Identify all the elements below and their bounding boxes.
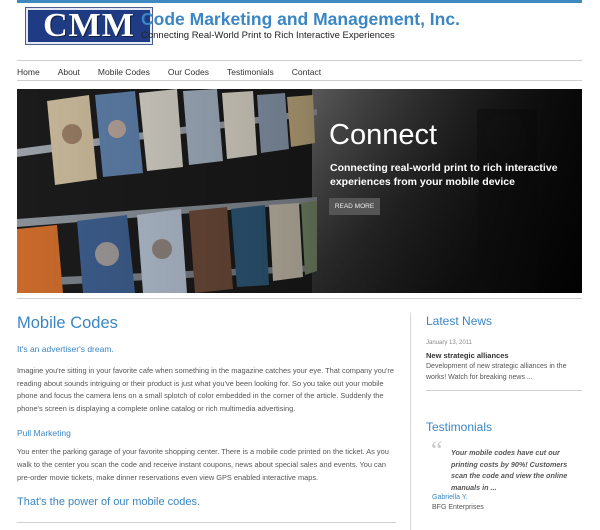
top-accent-line — [17, 0, 582, 3]
read-more-button[interactable]: READ MORE — [329, 198, 380, 215]
nav-contact[interactable]: Contact — [292, 64, 321, 80]
news-excerpt: Development of new strategic alliances i… — [426, 363, 567, 381]
testimonials-heading-wrap: Testimonials — [426, 420, 582, 434]
dvd-rack-photo — [17, 89, 582, 293]
main-bottom-divider — [17, 522, 396, 523]
nav-testimonials[interactable]: Testimonials — [227, 64, 274, 80]
page-heading: Mobile Codes — [17, 314, 118, 332]
pull-marketing-paragraph: You enter the parking garage of your fav… — [17, 447, 389, 482]
logo-text: CMM — [43, 7, 135, 44]
slide-subtitle: Connecting real-world print to rich inte… — [330, 162, 558, 188]
nav-mobile-codes[interactable]: Mobile Codes — [98, 64, 150, 80]
nav-home[interactable]: Home — [17, 64, 40, 80]
intro-paragraph: Imagine you're sitting in your favorite … — [17, 366, 394, 413]
news-heading: Latest News — [426, 314, 493, 328]
main-content: Mobile Codes It's an advertiser's dream.… — [17, 313, 397, 508]
news-title-link[interactable]: New strategic alliances — [426, 351, 582, 360]
nav-bottom-divider — [17, 80, 582, 81]
testimonial-company: BFG Enterprises — [432, 504, 484, 511]
site-title: Code Marketing and Management, Inc. — [141, 9, 460, 29]
testimonial-author: Gabriella Y. — [432, 494, 468, 501]
nav-about[interactable]: About — [58, 64, 80, 80]
section-subheading: Pull Marketing — [17, 428, 71, 439]
nav-our-codes[interactable]: Our Codes — [168, 64, 209, 80]
sidebar-divider — [410, 313, 411, 530]
hero-slider: Connect Connecting real-world print to r… — [17, 89, 582, 293]
lead-text: It's an advertiser's dream. — [17, 344, 114, 354]
site-header: CMM Code Marketing and Management, Inc. … — [17, 8, 582, 48]
news-date: January 13, 2011 — [426, 340, 472, 346]
main-nav: Home About Mobile Codes Our Codes Testim… — [17, 64, 582, 80]
cmm-logo[interactable]: CMM — [26, 8, 152, 44]
closing-statement: That's the power of our mobile codes. — [17, 496, 201, 509]
quote-mark-icon: “ — [431, 436, 443, 465]
testimonial-quote: Your mobile codes have cut our printing … — [451, 448, 568, 492]
nav-top-divider — [17, 60, 582, 61]
site-tagline: Connecting Real-World Print to Rich Inte… — [141, 30, 395, 41]
latest-news-widget: Latest News January 13, 2011 New strateg… — [426, 314, 582, 383]
testimonials-heading: Testimonials — [426, 420, 493, 434]
news-divider — [426, 390, 582, 391]
slider-divider — [17, 298, 582, 299]
slide-title: Connect — [329, 119, 438, 151]
